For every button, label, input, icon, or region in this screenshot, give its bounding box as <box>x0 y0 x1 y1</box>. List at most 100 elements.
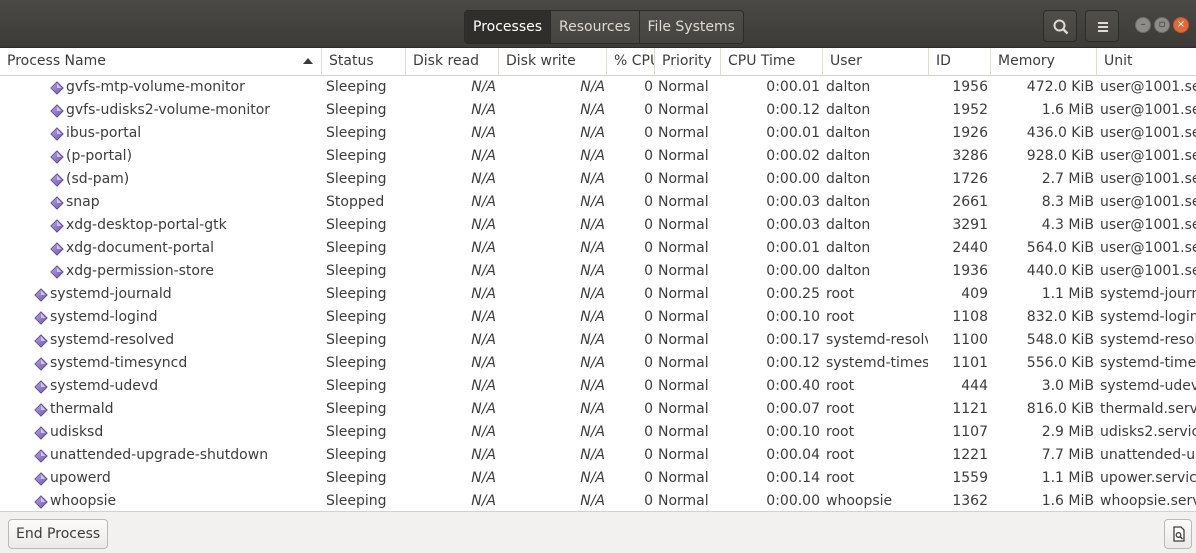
process-diamond-icon <box>34 495 48 509</box>
cell-cpu-time: 0:00.10 <box>766 309 820 325</box>
table-row[interactable]: upowerd Sleeping N/A N/A 0 Normal 0:00.14 root 1… <box>0 468 1196 491</box>
table-row[interactable]: systemd-logind Sleeping N/A N/A 0 Normal 0:00.… <box>0 307 1196 330</box>
search-button[interactable] <box>1043 10 1077 42</box>
process-diamond-icon <box>34 426 48 440</box>
minimize-button[interactable]: – <box>1135 17 1151 33</box>
cell-memory: 2.7 MiB <box>1041 171 1094 187</box>
table-row[interactable]: unattended-upgrade-shutdown Sleeping N/A N/… <box>0 445 1196 468</box>
cell-unit: user@1001.service <box>1100 148 1196 164</box>
cell-priority: Normal <box>658 332 709 348</box>
process-diamond-icon <box>50 196 64 210</box>
tab-file-systems[interactable]: File Systems <box>639 11 743 43</box>
maximize-button[interactable]: ▫ <box>1154 17 1170 33</box>
cell-disk-write: N/A <box>580 355 605 371</box>
cell-cpu-time: 0:00.00 <box>766 493 820 509</box>
column-process-name[interactable]: Process Name <box>0 48 322 76</box>
table-row[interactable]: ibus-portal Sleeping N/A N/A 0 Normal 0:00.01 d… <box>0 123 1196 146</box>
table-row[interactable]: xdg-document-portal Sleeping N/A N/A 0 Normal… <box>0 238 1196 261</box>
cell-memory: 1.6 MiB <box>1041 493 1094 509</box>
cell-status: Sleeping <box>326 309 387 325</box>
process-diamond-icon <box>34 334 48 348</box>
cell-cpu: 0 <box>644 332 653 348</box>
cell-unit: user@1001.service <box>1100 240 1196 256</box>
cell-cpu: 0 <box>644 148 653 164</box>
cell-status: Sleeping <box>326 217 387 233</box>
end-process-button[interactable]: End Process <box>8 519 109 549</box>
cell-cpu: 0 <box>644 424 653 440</box>
cell-disk-write: N/A <box>580 148 605 164</box>
cell-disk-read: N/A <box>471 447 496 463</box>
cell-disk-write: N/A <box>580 217 605 233</box>
cell-process-name: (sd-pam) <box>66 171 130 187</box>
cell-disk-write: N/A <box>580 240 605 256</box>
cell-status: Sleeping <box>326 79 387 95</box>
table-row[interactable]: udisksd Sleeping N/A N/A 0 Normal 0:00.10 root 1… <box>0 422 1196 445</box>
table-row[interactable]: xdg-desktop-portal-gtk Sleeping N/A N/A 0 Nor… <box>0 215 1196 238</box>
cell-id: 1221 <box>952 447 988 463</box>
table-row[interactable]: (sd-pam) Sleeping N/A N/A 0 Normal 0:00.00 dalt… <box>0 169 1196 192</box>
cell-user: dalton <box>826 125 871 141</box>
cell-priority: Normal <box>658 194 709 210</box>
table-row[interactable]: whoopsie Sleeping N/A N/A 0 Normal 0:00.00 whoo… <box>0 491 1196 511</box>
column-priority[interactable]: Priority <box>655 48 721 76</box>
cell-disk-write: N/A <box>580 286 605 302</box>
column-memory[interactable]: Memory <box>991 48 1097 76</box>
table-row[interactable]: thermald Sleeping N/A N/A 0 Normal 0:00.07 root… <box>0 399 1196 422</box>
minimize-icon: – <box>1140 19 1146 30</box>
cell-user: dalton <box>826 217 871 233</box>
cell-memory: 4.3 MiB <box>1041 217 1094 233</box>
column-disk-write[interactable]: Disk write <box>499 48 607 76</box>
cell-unit: upower.service <box>1100 470 1196 486</box>
cell-cpu: 0 <box>644 378 653 394</box>
properties-button[interactable] <box>1164 519 1192 549</box>
cell-process-name: ibus-portal <box>66 125 142 141</box>
cell-cpu: 0 <box>644 401 653 417</box>
properties-icon <box>1173 526 1185 542</box>
cell-memory: 1.6 MiB <box>1041 102 1094 118</box>
column-unit[interactable]: Unit <box>1097 48 1196 76</box>
cell-status: Sleeping <box>326 332 387 348</box>
menu-button[interactable] <box>1085 10 1119 42</box>
table-row[interactable]: systemd-journald Sleeping N/A N/A 0 Normal 0:0… <box>0 284 1196 307</box>
table-row[interactable]: gvfs-mtp-volume-monitor Sleeping N/A N/A 0 No… <box>0 77 1196 100</box>
cell-unit: user@1001.service <box>1100 102 1196 118</box>
cell-status: Sleeping <box>326 171 387 187</box>
cell-cpu-time: 0:00.25 <box>766 286 820 302</box>
cell-id: 2661 <box>952 194 988 210</box>
cell-priority: Normal <box>658 493 709 509</box>
table-row[interactable]: systemd-resolved Sleeping N/A N/A 0 Normal 0:0… <box>0 330 1196 353</box>
cell-priority: Normal <box>658 286 709 302</box>
table-row[interactable]: snap Stopped N/A N/A 0 Normal 0:00.03 dalton 266… <box>0 192 1196 215</box>
process-diamond-icon <box>34 288 48 302</box>
tab-processes[interactable]: Processes <box>465 11 552 43</box>
tab-resources[interactable]: Resources <box>551 11 640 43</box>
column-status[interactable]: Status <box>322 48 406 76</box>
cell-status: Sleeping <box>326 125 387 141</box>
table-row[interactable]: systemd-timesyncd Sleeping N/A N/A 0 Normal 0:… <box>0 353 1196 376</box>
process-diamond-icon <box>50 219 64 233</box>
cell-id: 1362 <box>952 493 988 509</box>
table-row[interactable]: gvfs-udisks2-volume-monitor Sleeping N/A N/… <box>0 100 1196 123</box>
column-disk-read[interactable]: Disk read <box>406 48 499 76</box>
column-id[interactable]: ID <box>929 48 991 76</box>
sort-ascending-icon[interactable] <box>303 58 313 64</box>
column-cpu[interactable]: % CPU <box>607 48 655 76</box>
cell-priority: Normal <box>658 470 709 486</box>
table-row[interactable]: (p-portal) Sleeping N/A N/A 0 Normal 0:00.02 da… <box>0 146 1196 169</box>
table-row[interactable]: xdg-permission-store Sleeping N/A N/A 0 Norma… <box>0 261 1196 284</box>
cell-disk-write: N/A <box>580 332 605 348</box>
cell-disk-read: N/A <box>471 102 496 118</box>
process-diamond-icon <box>34 380 48 394</box>
cell-status: Sleeping <box>326 493 387 509</box>
column-user[interactable]: User <box>823 48 929 76</box>
close-button[interactable]: × <box>1173 17 1189 33</box>
column-cpu-time[interactable]: CPU Time <box>721 48 823 76</box>
table-row[interactable]: systemd-udevd Sleeping N/A N/A 0 Normal 0:00.4… <box>0 376 1196 399</box>
cell-status: Sleeping <box>326 355 387 371</box>
process-diamond-icon <box>50 242 64 256</box>
process-diamond-icon <box>50 173 64 187</box>
cell-cpu-time: 0:00.14 <box>766 470 820 486</box>
cell-disk-read: N/A <box>471 493 496 509</box>
cell-memory: 436.0 KiB <box>1026 125 1094 141</box>
cell-disk-write: N/A <box>580 378 605 394</box>
